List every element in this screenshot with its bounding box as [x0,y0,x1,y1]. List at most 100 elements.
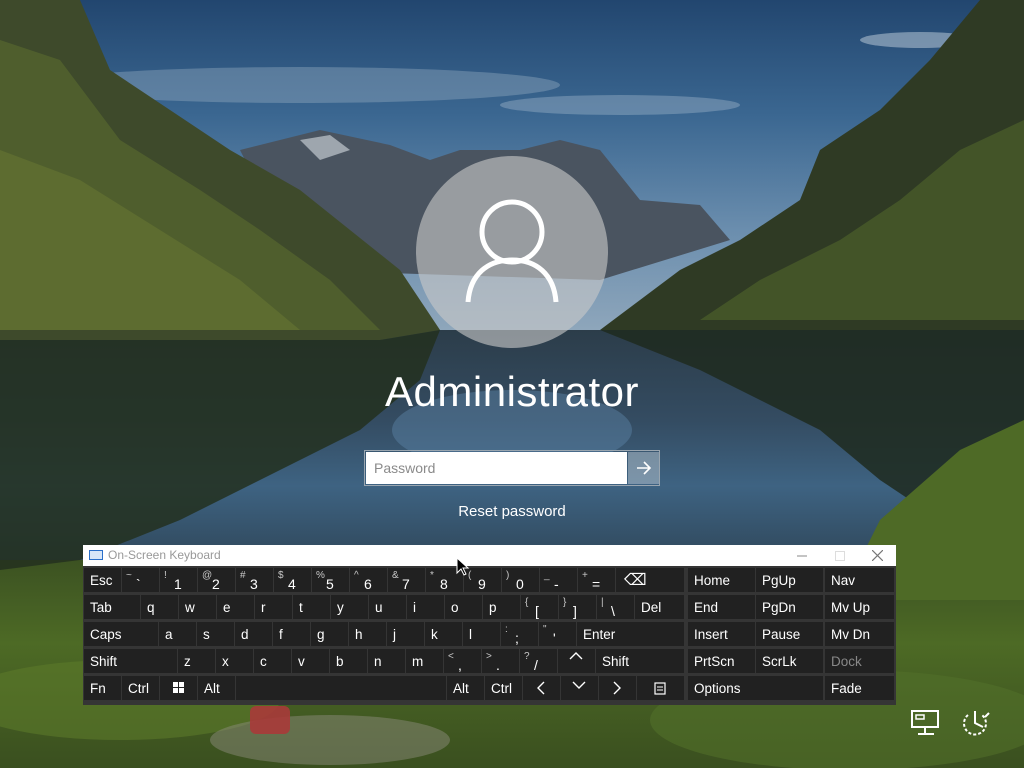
power-icon [963,711,990,736]
key-backspace[interactable]: ⌫ [616,568,684,592]
key-c[interactable]: c [254,649,291,673]
key-menu[interactable] [637,676,684,700]
key-f[interactable]: f [273,622,310,646]
network-button[interactable] [910,708,944,738]
minimize-button[interactable] [783,545,821,566]
key-equals[interactable]: + = [578,568,615,592]
maximize-icon [835,550,845,561]
key-s[interactable]: s [197,622,234,646]
key-shift-right[interactable]: Shift [596,649,684,673]
key-scrlk[interactable]: ScrLk [756,649,823,673]
key-left-bracket[interactable]: {[ [521,595,558,619]
key-z[interactable]: z [178,649,215,673]
key-alt-right[interactable]: Alt [447,676,484,700]
osk-title: On-Screen Keyboard [108,548,221,562]
key-mv-up[interactable]: Mv Up [825,595,894,619]
key-d[interactable]: d [235,622,272,646]
key-i[interactable]: i [407,595,444,619]
key-esc[interactable]: Esc [84,568,121,592]
key-1[interactable]: ! 1 [160,568,197,592]
key-e[interactable]: e [217,595,254,619]
close-button[interactable] [858,545,896,566]
key-prtscn[interactable]: PrtScn [688,649,755,673]
key-del[interactable]: Del [635,595,684,619]
key-comma[interactable]: <, [444,649,481,673]
key-quote[interactable]: " ' [539,622,576,646]
options-button[interactable]: Options [688,676,823,700]
key-l[interactable]: l [463,622,500,646]
keyboard-icon [89,550,103,560]
key-r[interactable]: r [255,595,292,619]
key-left-arrow[interactable] [523,676,560,700]
key-period[interactable]: >. [482,649,519,673]
key-ctrl-left[interactable]: Ctrl [122,676,159,700]
key-backslash[interactable]: | \ [597,595,634,619]
password-input[interactable] [366,452,627,484]
key-windows[interactable] [160,676,197,700]
key-j[interactable]: j [387,622,424,646]
key-2[interactable]: @2 [198,568,235,592]
key-shift-left[interactable]: Shift [84,649,177,673]
key-caps[interactable]: Caps [84,622,158,646]
osk-title-bar[interactable]: On-Screen Keyboard [83,545,896,566]
key-t[interactable]: t [293,595,330,619]
minimize-icon [797,555,807,556]
password-box [364,450,660,486]
key-w[interactable]: w [179,595,216,619]
key-b[interactable]: b [330,649,367,673]
chevron-down-icon [572,681,586,689]
key-nav[interactable]: Nav [825,568,894,592]
key-right-bracket[interactable]: }] [559,595,596,619]
user-avatar [416,156,608,348]
key-home[interactable]: Home [688,568,755,592]
key-a[interactable]: a [159,622,196,646]
key-space[interactable] [236,676,446,700]
key-pgdn[interactable]: PgDn [756,595,823,619]
key-mv-dn[interactable]: Mv Dn [825,622,894,646]
mouse-cursor-icon [456,557,470,576]
key-g[interactable]: g [311,622,348,646]
key-7[interactable]: & 7 [388,568,425,592]
key-semicolon[interactable]: :; [501,622,538,646]
key-m[interactable]: m [406,649,443,673]
key-4[interactable]: $4 [274,568,311,592]
fade-button[interactable]: Fade [825,676,894,700]
power-button[interactable] [957,707,993,739]
submit-button[interactable] [628,452,659,484]
key-o[interactable]: o [445,595,482,619]
key-3[interactable]: #3 [236,568,273,592]
close-icon [871,550,883,561]
key-pause[interactable]: Pause [756,622,823,646]
key-right-arrow[interactable] [599,676,636,700]
key-down-arrow[interactable] [561,676,598,700]
key-ctrl-right[interactable]: Ctrl [485,676,522,700]
key-alt-left[interactable]: Alt [198,676,235,700]
key-slash[interactable]: ? / [520,649,557,673]
key-q[interactable]: q [141,595,178,619]
key-up-arrow[interactable] [558,649,595,673]
maximize-button[interactable] [821,545,859,566]
key-n[interactable]: n [368,649,405,673]
key-fn[interactable]: Fn [84,676,121,700]
key-0[interactable]: ) 0 [502,568,539,592]
key-enter[interactable]: Enter [577,622,684,646]
key-v[interactable]: v [292,649,329,673]
key-minus[interactable]: _ - [540,568,577,592]
key-tilde[interactable]: ~ ` [122,568,159,592]
key-end[interactable]: End [688,595,755,619]
key-6[interactable]: ^ 6 [350,568,387,592]
key-pgup[interactable]: PgUp [756,568,823,592]
key-h[interactable]: h [349,622,386,646]
key-tab[interactable]: Tab [84,595,140,619]
key-5[interactable]: % 5 [312,568,349,592]
windows-logo-icon [173,682,184,693]
key-p[interactable]: p [483,595,520,619]
key-dock[interactable]: Dock [825,649,894,673]
key-u[interactable]: u [369,595,406,619]
key-y[interactable]: y [331,595,368,619]
key-insert[interactable]: Insert [688,622,755,646]
key-x[interactable]: x [216,649,253,673]
key-k[interactable]: k [425,622,462,646]
user-icon [465,199,559,303]
reset-password-link[interactable]: Reset password [412,503,612,520]
